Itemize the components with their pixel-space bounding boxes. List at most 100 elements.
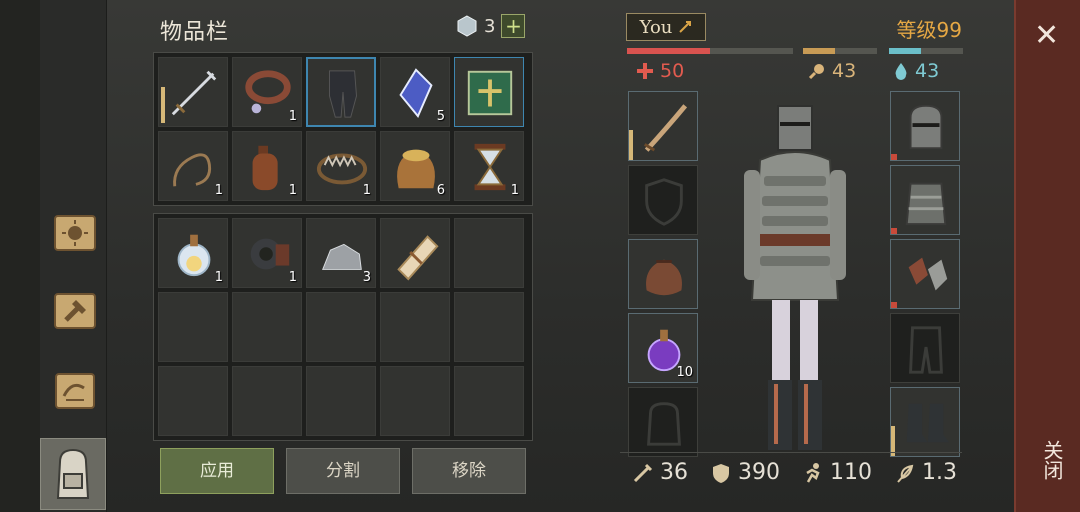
item-count: 6 bbox=[436, 183, 445, 198]
item-count: 1 bbox=[288, 109, 297, 124]
health-value: 50 bbox=[660, 60, 685, 82]
stone-ore-icon bbox=[322, 243, 362, 270]
equip-slot-scale-armor[interactable] bbox=[890, 165, 960, 235]
empty-slot[interactable] bbox=[380, 292, 450, 362]
slot-crystal[interactable]: 5 bbox=[380, 57, 450, 127]
tab-inventory[interactable] bbox=[40, 438, 106, 510]
empty-slot[interactable] bbox=[158, 366, 228, 436]
slot-light-potion[interactable]: 1 bbox=[158, 218, 228, 288]
equip-slot-backpack-empty[interactable] bbox=[628, 387, 698, 457]
slot-hourglass[interactable]: 1 bbox=[454, 131, 524, 201]
health-bar bbox=[627, 48, 793, 54]
gear-part-icon bbox=[250, 238, 290, 270]
slot-rope[interactable]: 1 bbox=[158, 131, 228, 201]
empty-slot[interactable] bbox=[454, 218, 524, 288]
sun-book-icon bbox=[54, 215, 96, 251]
hotbar-grid: 1511161 bbox=[153, 52, 533, 206]
slot-leather-flask[interactable]: 1 bbox=[232, 131, 302, 201]
water-value: 43 bbox=[915, 60, 940, 82]
item-count: 1 bbox=[214, 270, 223, 285]
shield-empty-icon bbox=[645, 178, 683, 226]
chainmail-leggings-icon bbox=[329, 70, 357, 118]
level-label: 等级99 bbox=[896, 18, 962, 42]
tab-crafting[interactable] bbox=[46, 282, 104, 340]
empty-slot[interactable] bbox=[454, 366, 524, 436]
character-figure bbox=[744, 105, 846, 450]
item-count: 1 bbox=[288, 270, 297, 285]
close-icon[interactable]: ✕ bbox=[1034, 18, 1059, 53]
feather-icon bbox=[897, 464, 914, 483]
slot-gear-part[interactable]: 1 bbox=[232, 218, 302, 288]
shield-icon bbox=[713, 463, 729, 483]
slot-chainmail-leggings[interactable] bbox=[306, 57, 376, 127]
slot-scroll-bundle[interactable] bbox=[380, 218, 450, 288]
saber-icon bbox=[643, 104, 688, 152]
grain-sack-icon bbox=[397, 149, 435, 189]
food-value: 43 bbox=[832, 60, 857, 82]
item-count: 5 bbox=[436, 109, 445, 124]
add-gems-button[interactable]: + bbox=[501, 14, 526, 38]
combat-stats: 36 390 110 1.3 bbox=[632, 460, 957, 485]
hourglass-icon bbox=[474, 143, 506, 191]
empty-slot[interactable] bbox=[306, 366, 376, 436]
equip-slot-pants-empty[interactable] bbox=[890, 313, 960, 383]
empty-slot[interactable] bbox=[380, 366, 450, 436]
slot-bear-trap[interactable]: 1 bbox=[306, 131, 376, 201]
equip-slot-purple-potion[interactable]: 10 bbox=[628, 313, 698, 383]
equip-slot-boots[interactable] bbox=[890, 387, 960, 457]
speed-stat: 110 bbox=[802, 460, 872, 485]
remove-button[interactable]: 移除 bbox=[412, 448, 526, 494]
character-name-badge[interactable]: You bbox=[626, 13, 706, 41]
side-tabs bbox=[40, 0, 107, 512]
tab-map[interactable] bbox=[46, 362, 104, 420]
scroll-bundle-icon bbox=[397, 235, 439, 281]
split-button[interactable]: 分割 bbox=[286, 448, 400, 494]
inventory-title: 物品栏 bbox=[160, 20, 230, 45]
weight-stat: 1.3 bbox=[894, 460, 957, 485]
backpack-empty-icon bbox=[647, 402, 681, 446]
equip-slot-pouch[interactable] bbox=[628, 239, 698, 309]
equip-slot-saber[interactable] bbox=[628, 91, 698, 161]
scroll-map-icon bbox=[55, 373, 95, 409]
empty-slot[interactable] bbox=[232, 366, 302, 436]
close-label[interactable]: 关闭 bbox=[1038, 440, 1067, 480]
slot-stone-ore[interactable]: 3 bbox=[306, 218, 376, 288]
item-count: 3 bbox=[362, 270, 371, 285]
equip-slot-shield-empty[interactable] bbox=[628, 165, 698, 235]
armor-stat: 390 bbox=[710, 460, 780, 485]
weight-value: 1.3 bbox=[922, 460, 957, 485]
slot-grain-sack[interactable]: 6 bbox=[380, 131, 450, 201]
speed-value: 110 bbox=[830, 460, 872, 485]
slot-sword[interactable] bbox=[158, 57, 228, 127]
slot-leather-collar[interactable]: 1 bbox=[232, 57, 302, 127]
great-helm-icon bbox=[909, 104, 943, 150]
slot-green-book[interactable] bbox=[454, 57, 524, 127]
gem-counter: 3 + bbox=[456, 14, 526, 38]
attack-value: 36 bbox=[660, 460, 688, 485]
durability-bar bbox=[629, 130, 633, 160]
food-stat: 43 bbox=[808, 60, 856, 82]
sword-icon bbox=[171, 70, 217, 116]
crystal-icon bbox=[399, 68, 433, 118]
empty-slot[interactable] bbox=[158, 292, 228, 362]
durability-bar bbox=[161, 87, 165, 123]
armor-value: 390 bbox=[738, 460, 780, 485]
equip-slot-great-helm[interactable] bbox=[890, 91, 960, 161]
equip-slot-gauntlets[interactable] bbox=[890, 239, 960, 309]
empty-slot[interactable] bbox=[306, 292, 376, 362]
water-bar bbox=[889, 48, 963, 54]
apply-button[interactable]: 应用 bbox=[160, 448, 274, 494]
damage-indicator bbox=[891, 302, 897, 308]
green-book-icon bbox=[467, 70, 513, 116]
tab-journal[interactable] bbox=[46, 204, 104, 262]
backpack-icon bbox=[56, 448, 90, 499]
empty-slot[interactable] bbox=[454, 292, 524, 362]
item-count: 1 bbox=[288, 183, 297, 198]
close-panel[interactable]: ✕ 关闭 bbox=[1014, 0, 1080, 512]
health-stat: 50 bbox=[636, 60, 684, 82]
health-cross-icon bbox=[637, 63, 653, 79]
leather-flask-icon bbox=[252, 145, 278, 191]
empty-slot[interactable] bbox=[232, 292, 302, 362]
item-count: 1 bbox=[214, 183, 223, 198]
pants-empty-icon bbox=[909, 326, 943, 374]
